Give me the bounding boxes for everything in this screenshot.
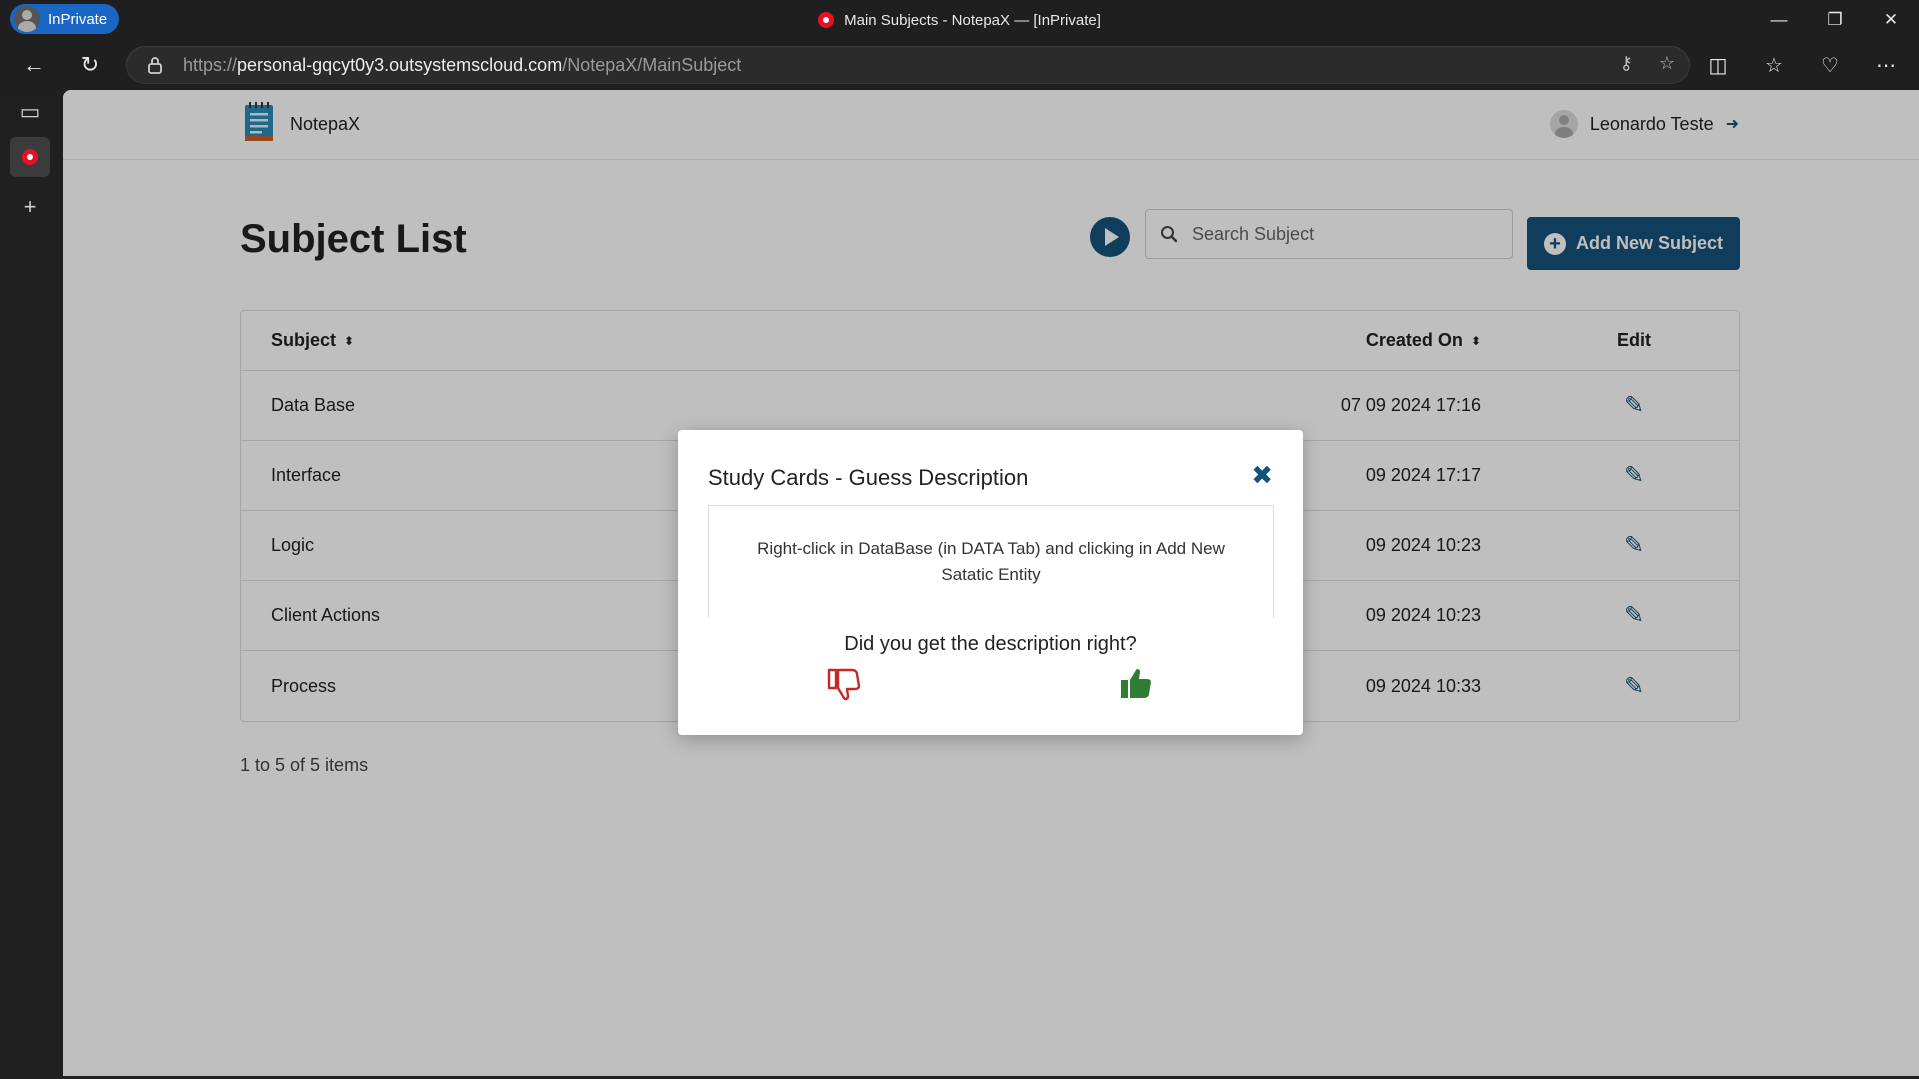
window-controls: — ❐ ✕ — [1751, 0, 1919, 40]
restore-icon[interactable]: ❐ — [1807, 0, 1863, 40]
modal-title: Study Cards - Guess Description — [708, 465, 1029, 490]
split-screen-icon[interactable]: ◫ — [1700, 48, 1736, 82]
recording-tab-icon — [22, 149, 38, 165]
favorite-star-icon[interactable]: ☆ — [1659, 53, 1675, 74]
more-menu-icon[interactable]: ⋯ — [1868, 48, 1904, 82]
key-icon[interactable]: ⚷ — [1620, 53, 1633, 74]
close-icon[interactable]: ✖ — [1251, 460, 1273, 491]
browser-titlebar: InPrivate Main Subjects - NotepaX — [InP… — [0, 0, 1919, 40]
question-text: Did you get the description right? — [844, 633, 1137, 655]
browser-essentials-icon[interactable]: ♡ — [1812, 48, 1848, 82]
close-window-icon[interactable]: ✕ — [1863, 0, 1919, 40]
study-card[interactable]: Right-click in DataBase (in DATA Tab) an… — [708, 505, 1274, 618]
thumbs-down-icon[interactable] — [826, 666, 862, 702]
window-title-area: Main Subjects - NotepaX — [InPrivate] — [0, 0, 1919, 40]
minimize-icon[interactable]: — — [1751, 0, 1807, 40]
url-text: https://personal-gqcyt0y3.outsystemsclou… — [183, 54, 742, 75]
refresh-icon[interactable]: ↻ — [72, 48, 108, 82]
study-card-modal: Study Cards - Guess Description ✖ Right-… — [678, 430, 1303, 735]
back-icon[interactable]: ← — [16, 48, 52, 82]
lock-icon — [148, 57, 162, 74]
thumbs-up-icon[interactable] — [1118, 666, 1154, 702]
recording-icon — [818, 12, 835, 28]
address-bar[interactable]: https://personal-gqcyt0y3.outsystemsclou… — [126, 46, 1690, 84]
window-title: Main Subjects - NotepaX — [InPrivate] — [844, 11, 1101, 29]
tab-current[interactable] — [10, 137, 50, 177]
vertical-tabs: ▭ + — [0, 90, 62, 1079]
card-description: Right-click in DataBase (in DATA Tab) an… — [757, 539, 1225, 584]
browser-toolbar: ← ↻ https://personal-gqcyt0y3.outsystems… — [0, 40, 1919, 90]
new-tab-icon[interactable]: + — [10, 187, 50, 227]
tab-actions-icon[interactable]: ▭ — [10, 92, 50, 132]
favorites-icon[interactable]: ☆ — [1756, 48, 1792, 82]
